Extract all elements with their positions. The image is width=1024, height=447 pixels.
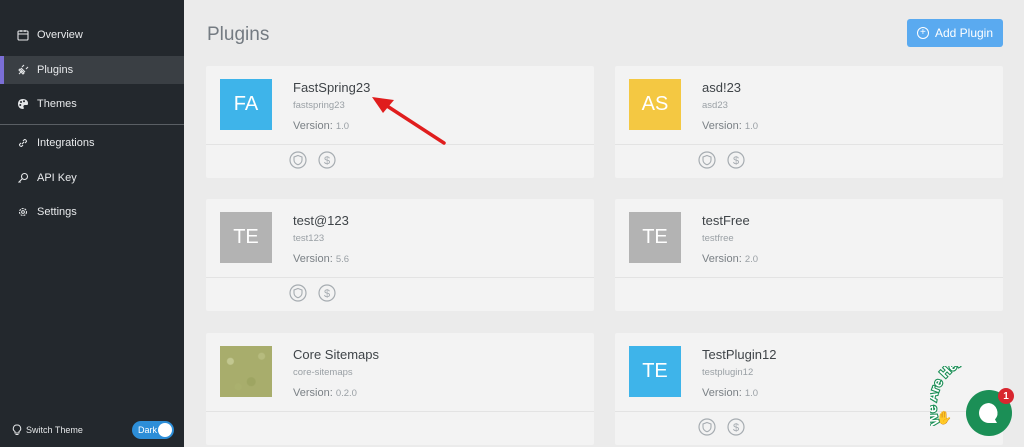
sidebar-item-plugins[interactable]: Plugins: [0, 56, 184, 84]
plugin-name[interactable]: testFree: [702, 213, 750, 228]
plus-circle-icon: +: [916, 27, 929, 39]
plugin-name[interactable]: TestPlugin12: [702, 347, 776, 362]
svg-text:$: $: [733, 422, 739, 434]
lightbulb-icon: [12, 424, 22, 436]
svg-text:$: $: [324, 155, 330, 167]
add-plugin-label: Add Plugin: [934, 26, 994, 40]
plugin-slug: testplugin12: [702, 367, 754, 378]
plugin-name[interactable]: test@123: [293, 213, 349, 228]
plugin-initials: TE: [233, 226, 259, 248]
plugin-initials: FA: [233, 93, 259, 115]
plugin-version: Version: 1.0: [702, 120, 758, 132]
plugin-avatar: [220, 346, 272, 397]
add-plugin-button[interactable]: + Add Plugin: [907, 19, 1003, 47]
plugin-avatar: TE: [220, 212, 272, 263]
version-value: 1.0: [744, 388, 759, 399]
card-divider: [615, 277, 1003, 278]
card-divider: [206, 144, 594, 145]
shield-icon[interactable]: [289, 151, 307, 169]
chat-widget[interactable]: We Are Here! ✋ 1: [930, 366, 1024, 447]
version-value: 1.0: [744, 121, 759, 132]
card-divider: [615, 144, 1003, 145]
dollar-icon[interactable]: $: [727, 418, 745, 436]
plugin-initials: TE: [642, 360, 668, 382]
version-label: Version:: [702, 387, 742, 399]
sidebar-item-themes[interactable]: Themes: [0, 90, 184, 118]
dollar-icon[interactable]: $: [318, 151, 336, 169]
switch-theme-row: Switch Theme Dark: [12, 420, 174, 440]
plugin-name[interactable]: FastSpring23: [293, 80, 370, 95]
plugin-card[interactable]: TE test@123 test123 Version: 5.6 $: [206, 199, 594, 311]
plugin-card[interactable]: Core Sitemaps core-sitemaps Version: 0.2…: [206, 333, 594, 445]
plugin-avatar: TE: [629, 212, 681, 263]
version-value: 1.0: [335, 121, 350, 132]
page-title: Plugins: [207, 24, 270, 45]
plugin-version: Version: 0.2.0: [293, 387, 357, 399]
sidebar-item-label: Themes: [37, 98, 77, 110]
svg-text:$: $: [324, 288, 330, 300]
version-value: 5.6: [335, 254, 350, 265]
plugin-slug: fastspring23: [293, 100, 345, 111]
sidebar-item-label: Plugins: [37, 64, 74, 76]
palette-icon: [17, 98, 29, 110]
link-icon: [17, 137, 29, 149]
plugin-avatar: FA: [220, 79, 272, 130]
version-label: Version:: [702, 120, 742, 132]
sidebar-item-label: API Key: [37, 172, 77, 184]
theme-toggle[interactable]: Dark: [132, 421, 174, 439]
plugin-avatar: TE: [629, 346, 681, 397]
plugin-slug: test123: [293, 233, 325, 244]
shield-icon[interactable]: [698, 418, 716, 436]
theme-toggle-label: Dark: [138, 425, 158, 435]
plugin-name[interactable]: Core Sitemaps: [293, 347, 379, 362]
svg-text:$: $: [733, 155, 739, 167]
dollar-icon[interactable]: $: [318, 284, 336, 302]
sidebar: Overview Plugins Themes Integrations API…: [0, 0, 184, 447]
version-label: Version:: [293, 387, 333, 399]
waving-hand-icon: ✋: [936, 410, 953, 425]
sidebar-item-settings[interactable]: Settings: [0, 198, 184, 226]
sidebar-divider: [0, 124, 184, 125]
plugin-version: Version: 1.0: [293, 120, 349, 132]
plugin-version: Version: 2.0: [702, 253, 758, 265]
sidebar-item-label: Settings: [37, 206, 77, 218]
shield-icon[interactable]: [698, 151, 716, 169]
sidebar-item-label: Integrations: [37, 137, 95, 149]
chat-badge: 1: [998, 388, 1014, 404]
plugin-version: Version: 1.0: [702, 387, 758, 399]
dollar-icon[interactable]: $: [727, 151, 745, 169]
plugin-initials: TE: [642, 226, 668, 248]
plugin-slug: asd23: [702, 100, 728, 111]
plugin-avatar: AS: [629, 79, 681, 130]
sidebar-item-integrations[interactable]: Integrations: [0, 129, 184, 157]
version-label: Version:: [293, 120, 333, 132]
plugin-card[interactable]: AS asd!23 asd23 Version: 1.0 $: [615, 66, 1003, 178]
plugin-initials: AS: [641, 93, 669, 115]
version-label: Version:: [293, 253, 333, 265]
plugin-card[interactable]: TE testFree testfree Version: 2.0: [615, 199, 1003, 311]
sidebar-item-overview[interactable]: Overview: [0, 21, 184, 49]
version-value: 2.0: [744, 254, 759, 265]
version-value: 0.2.0: [335, 388, 357, 399]
switch-theme-label: Switch Theme: [26, 425, 83, 435]
card-divider: [206, 277, 594, 278]
plug-icon: [17, 64, 29, 76]
plugin-version: Version: 5.6: [293, 253, 349, 265]
sidebar-item-api-key[interactable]: API Key: [0, 164, 184, 192]
version-label: Version:: [702, 253, 742, 265]
calendar-icon: [17, 29, 29, 41]
plugin-card[interactable]: FA FastSpring23 fastspring23 Version: 1.…: [206, 66, 594, 178]
key-icon: [17, 172, 29, 184]
plugin-name[interactable]: asd!23: [702, 80, 741, 95]
chat-bubble-icon: [979, 403, 998, 423]
card-divider: [206, 411, 594, 412]
sidebar-item-label: Overview: [37, 29, 83, 41]
plugin-slug: testfree: [702, 233, 734, 244]
gear-icon: [17, 206, 29, 218]
toggle-knob: [158, 423, 172, 437]
shield-icon[interactable]: [289, 284, 307, 302]
plugin-slug: core-sitemaps: [293, 367, 353, 378]
